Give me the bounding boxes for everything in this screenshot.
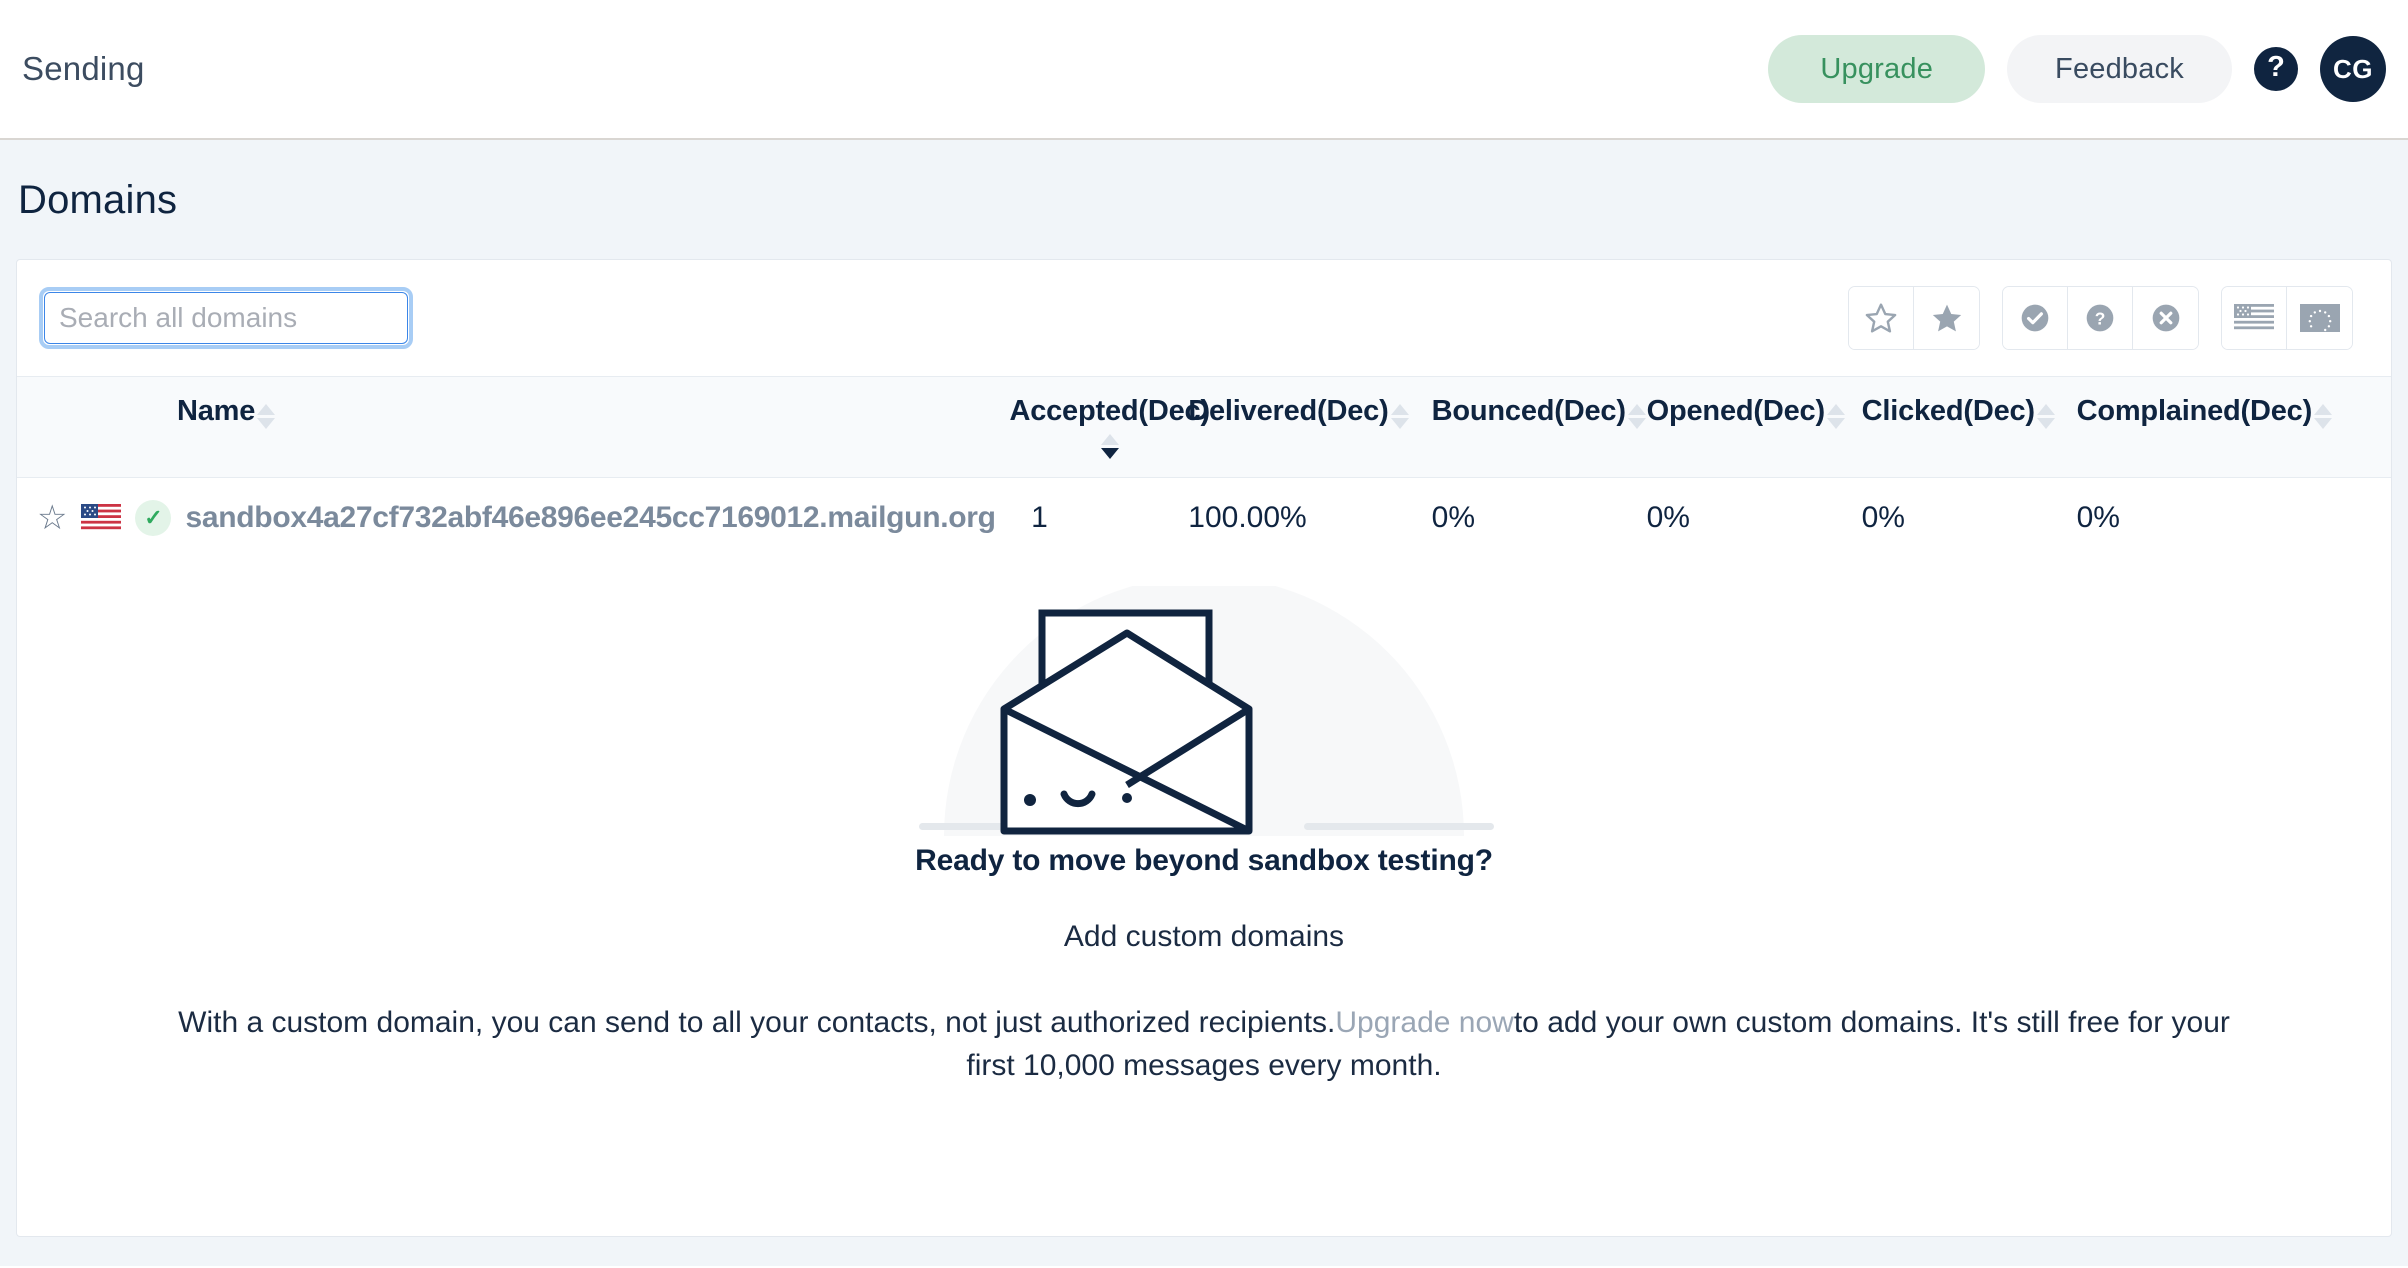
sort-ascending-icon	[1100, 434, 1119, 445]
column-label: Delivered(Dec)	[1188, 395, 1389, 427]
sort-ascending-icon	[257, 404, 276, 415]
sort-descending-icon	[2314, 418, 2333, 429]
row-flag-us-icon	[81, 504, 122, 532]
column-label: Name	[177, 395, 256, 427]
flag-us-icon[interactable]	[2222, 287, 2287, 349]
column-header-complained[interactable]: Complained(Dec)	[2076, 376, 2391, 478]
filter-toolbar: ?	[1848, 286, 2353, 350]
promo-body-before: With a custom domain, you can send to al…	[178, 1006, 1336, 1039]
promo-subheading: Add custom domains	[1063, 920, 1345, 953]
check-circle-icon[interactable]	[2003, 287, 2068, 349]
column-label: Bounced(Dec)	[1431, 395, 1626, 427]
verified-check-icon: ✓	[135, 500, 172, 536]
app-section-title: Sending	[22, 50, 145, 87]
cell-accepted: 1	[1031, 501, 1048, 534]
top-bar: Sending Upgrade Feedback ? CG	[0, 0, 2408, 140]
sort-descending-icon	[257, 418, 276, 429]
column-header-name[interactable]: Name	[17, 376, 1032, 478]
table-body: ☆ ✓ sandbox4a27cf732abf46e896ee245cc7169…	[17, 478, 2391, 559]
sort-descending-icon	[1826, 418, 1845, 429]
domains-table: Name Accepted(Dec) Delivered(Dec) Bounce…	[17, 376, 2391, 558]
cell-complained: 0%	[2076, 501, 2120, 534]
status-filter-group: ?	[2002, 286, 2199, 350]
avatar[interactable]: CG	[2320, 36, 2386, 102]
feedback-button[interactable]: Feedback	[2007, 35, 2232, 103]
page-body: Domains Search all domains ? Name Accept…	[0, 140, 2408, 1266]
sort-toggle-opened[interactable]	[1826, 395, 1845, 429]
sort-toggle-name[interactable]	[257, 395, 276, 429]
favorite-filter-group	[1848, 286, 1980, 350]
sort-descending-icon	[2036, 418, 2055, 429]
help-icon[interactable]: ?	[2254, 47, 2298, 91]
column-header-bounced[interactable]: Bounced(Dec)	[1431, 376, 1647, 478]
sort-toggle-delivered[interactable]	[1390, 395, 1409, 429]
cell-opened: 0%	[1646, 501, 1690, 534]
envelope-illustration	[17, 586, 2391, 836]
column-label: Opened(Dec)	[1646, 395, 1825, 427]
sort-toggle-bounced[interactable]	[1627, 395, 1646, 429]
promo-heading: Ready to move beyond sandbox testing?	[915, 844, 1493, 877]
column-label: Accepted(Dec)	[1009, 395, 1210, 427]
cell-delivered: 100.00%	[1188, 501, 1307, 534]
promo-body: With a custom domain, you can send to al…	[154, 1002, 2254, 1087]
card-toolbar: ?	[17, 260, 2391, 376]
page-title: Domains	[18, 178, 178, 222]
x-circle-icon[interactable]	[2133, 287, 2198, 349]
favorite-star-icon[interactable]: ☆	[37, 501, 67, 535]
domain-name-link[interactable]: sandbox4a27cf732abf46e896ee245cc7169012.…	[185, 501, 996, 535]
search-input[interactable]	[44, 292, 408, 344]
sort-toggle-complained[interactable]	[2314, 395, 2333, 429]
sort-ascending-icon	[1826, 404, 1845, 415]
column-header-clicked[interactable]: Clicked(Dec)	[1861, 376, 2077, 478]
column-header-delivered[interactable]: Delivered(Dec)	[1188, 376, 1432, 478]
star-outline-icon[interactable]	[1849, 287, 1914, 349]
sort-ascending-icon	[2314, 404, 2333, 415]
sort-descending-icon	[1390, 418, 1409, 429]
domains-card: ?	[16, 259, 2392, 1237]
region-filter-group	[2221, 286, 2353, 350]
column-header-accepted[interactable]: Accepted(Dec)	[1009, 376, 1210, 478]
sort-ascending-icon	[1390, 404, 1409, 415]
sort-toggle-accepted[interactable]	[1100, 430, 1119, 459]
sort-toggle-clicked[interactable]	[2036, 395, 2055, 429]
upgrade-button[interactable]: Upgrade	[1768, 35, 1986, 103]
column-header-opened[interactable]: Opened(Dec)	[1646, 376, 1862, 478]
top-bar-actions: Upgrade Feedback ? CG	[1768, 35, 2386, 103]
sort-ascending-icon	[1627, 404, 1646, 415]
cell-clicked: 0%	[1861, 501, 1905, 534]
cell-bounced: 0%	[1431, 501, 1475, 534]
sort-descending-icon	[1100, 448, 1119, 459]
column-label: Complained(Dec)	[2076, 395, 2313, 427]
flag-eu-icon[interactable]	[2287, 287, 2352, 349]
sort-ascending-icon	[2036, 404, 2055, 415]
table-row[interactable]: ☆ ✓ sandbox4a27cf732abf46e896ee245cc7169…	[17, 478, 2391, 559]
cell-name: ☆ ✓ sandbox4a27cf732abf46e896ee245cc7169…	[17, 478, 1031, 559]
upgrade-promo: Ready to move beyond sandbox testing? Ad…	[17, 558, 2391, 1087]
sort-descending-icon	[1627, 418, 1646, 429]
upgrade-now-link[interactable]: Upgrade now	[1335, 1006, 1513, 1039]
star-filled-icon[interactable]	[1914, 287, 1979, 349]
search-field-wrapper	[39, 287, 413, 349]
svg-text:?: ?	[2095, 309, 2106, 329]
question-circle-icon[interactable]: ?	[2068, 287, 2133, 349]
table-header: Name Accepted(Dec) Delivered(Dec) Bounce…	[17, 376, 2391, 478]
column-label: Clicked(Dec)	[1861, 395, 2035, 427]
